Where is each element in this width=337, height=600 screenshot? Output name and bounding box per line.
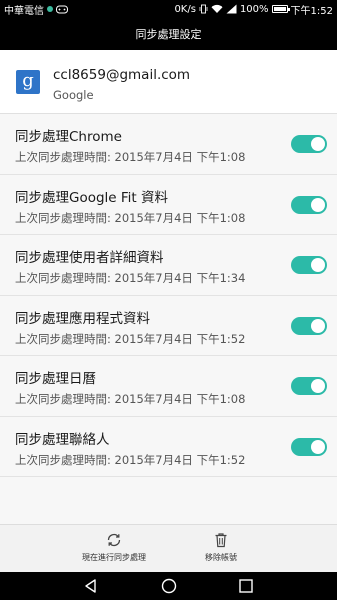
wifi-icon	[211, 4, 223, 14]
notification-dot-icon	[47, 6, 53, 12]
sync-list: 同步處理Chrome 上次同步處理時間: 2015年7月4日 下午1:08 同步…	[0, 114, 337, 477]
recent-apps-icon[interactable]	[237, 577, 255, 595]
sync-toggle[interactable]	[291, 437, 327, 456]
account-type: Google	[53, 88, 94, 102]
google-g-icon: g	[16, 70, 40, 94]
toggle-knob	[311, 137, 325, 151]
navigation-bar	[0, 572, 337, 600]
sync-item-chrome[interactable]: 同步處理Chrome 上次同步處理時間: 2015年7月4日 下午1:08	[0, 114, 337, 175]
page-title: 同步處理設定	[135, 28, 202, 41]
sync-item-title: 同步處理應用程式資料	[15, 310, 150, 327]
sync-item-title: 同步處理Chrome	[15, 129, 122, 145]
sync-item-title: 同步處理使用者詳細資料	[15, 250, 164, 266]
toggle-knob	[311, 197, 325, 212]
sync-item-last-sync: 上次同步處理時間: 2015年7月4日 下午1:52	[15, 452, 246, 467]
battery-icon	[271, 5, 290, 13]
sync-icon	[107, 533, 121, 547]
sync-toggle[interactable]	[291, 316, 327, 335]
toggle-knob	[311, 379, 325, 393]
sync-item-google-fit[interactable]: 同步處理Google Fit 資料 上次同步處理時間: 2015年7月4日 下午…	[0, 175, 337, 235]
sync-item-title: 同步處理聯絡人	[15, 431, 110, 448]
vibrate-icon	[199, 4, 208, 14]
toggle-knob	[311, 318, 325, 333]
sync-item-title: 同步處理Google Fit 資料	[15, 189, 169, 206]
header-bar: 同步處理設定	[0, 18, 337, 50]
sync-toggle[interactable]	[291, 256, 327, 274]
sync-item-last-sync: 上次同步處理時間: 2015年7月4日 下午1:08	[15, 392, 246, 406]
back-icon[interactable]	[82, 577, 100, 595]
bottom-action-bar: 現在進行同步處理 移除帳號	[0, 524, 337, 572]
account-header: g ccl8659@gmail.com Google	[0, 50, 337, 114]
account-email: ccl8659@gmail.com	[53, 67, 191, 83]
sync-item-last-sync: 上次同步處理時間: 2015年7月4日 下午1:34	[15, 271, 246, 285]
toggle-knob	[311, 258, 325, 272]
signal-icon	[226, 4, 237, 14]
trash-icon	[215, 533, 227, 548]
sync-toggle[interactable]	[291, 195, 327, 214]
sync-item-contacts[interactable]: 同步處理聯絡人 上次同步處理時間: 2015年7月4日 下午1:52	[0, 417, 337, 477]
network-speed: 0K/s	[174, 3, 196, 15]
sync-item-user-details[interactable]: 同步處理使用者詳細資料 上次同步處理時間: 2015年7月4日 下午1:34	[0, 235, 337, 296]
sync-now-label: 現在進行同步處理	[82, 553, 146, 562]
sync-item-title: 同步處理日曆	[15, 371, 96, 387]
carrier-label: 中華電信	[4, 5, 44, 17]
home-icon[interactable]	[160, 577, 178, 595]
toggle-knob	[311, 439, 325, 454]
status-bar: 中華電信 0K/s 100% 下午1:52	[0, 0, 337, 18]
sync-now-button[interactable]: 現在進行同步處理	[59, 531, 169, 563]
sync-item-calendar[interactable]: 同步處理日曆 上次同步處理時間: 2015年7月4日 下午1:08	[0, 356, 337, 417]
clock: 下午1:52	[290, 5, 333, 17]
sync-toggle[interactable]	[291, 135, 327, 153]
sync-item-app-data[interactable]: 同步處理應用程式資料 上次同步處理時間: 2015年7月4日 下午1:52	[0, 296, 337, 356]
sync-toggle[interactable]	[291, 377, 327, 395]
remove-account-button[interactable]: 移除帳號	[166, 531, 276, 563]
sync-item-last-sync: 上次同步處理時間: 2015年7月4日 下午1:08	[15, 210, 246, 225]
sync-item-last-sync: 上次同步處理時間: 2015年7月4日 下午1:08	[15, 150, 246, 164]
sync-item-last-sync: 上次同步處理時間: 2015年7月4日 下午1:52	[15, 331, 246, 346]
gamepad-icon	[56, 5, 68, 13]
remove-account-label: 移除帳號	[205, 553, 237, 562]
battery-percent: 100%	[239, 3, 269, 15]
